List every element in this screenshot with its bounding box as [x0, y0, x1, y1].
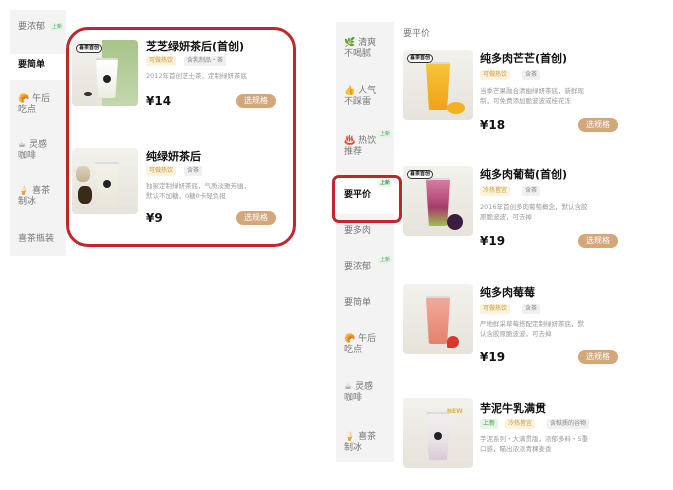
cup: [426, 64, 450, 110]
right-nav-item-refresh[interactable]: 🌿 清爽 不喝腻: [336, 38, 394, 60]
left-nav-item-rich[interactable]: 要浓郁 上新: [10, 22, 66, 33]
coffee-icon: ☕: [18, 140, 27, 150]
right-nav-item-ice[interactable]: 🍦 喜茶 制冰: [336, 432, 394, 454]
product-title[interactable]: 芋泥牛乳满贯: [480, 400, 546, 416]
left-nav-item-bottled[interactable]: 喜茶瓶装: [10, 234, 66, 245]
right-category-sidebar: 🌿 清爽 不喝腻 👍 人气 不踩雷 上新 ♨️ 热饮 推荐 上新 要平价 要多肉…: [336, 22, 394, 462]
tag-hot: 冷热皆宜: [480, 186, 511, 196]
icecream-icon: 🍦: [18, 186, 30, 196]
right-nav-item-afternoon[interactable]: 🥐 午后 吃点: [336, 334, 394, 356]
new-badge: 上新: [377, 257, 392, 264]
left-nav-item-ice[interactable]: 🍦 喜茶 制冰: [10, 186, 66, 208]
new-badge: 上新: [377, 131, 392, 138]
tag-ingredient: 含茶: [522, 70, 541, 80]
nav-label: 要简单: [344, 298, 372, 308]
right-nav-item-rich[interactable]: 上新 要浓郁: [336, 257, 394, 273]
tag-ingredient: 含麸质的谷物: [547, 419, 590, 429]
icecream-icon: 🍦: [344, 432, 356, 442]
new-badge: 上新: [49, 24, 64, 31]
nav-label: 要浓郁: [18, 22, 46, 32]
select-spec-button[interactable]: 选规格: [578, 234, 618, 248]
right-nav-item-hot[interactable]: 上新 ♨️ 热饮 推荐: [336, 131, 394, 158]
product-image[interactable]: 喜茶首创: [403, 50, 473, 120]
tag-hot: 可做热饮: [480, 70, 511, 80]
section-header: 要平价: [403, 29, 431, 39]
product-title[interactable]: 纯多肉葡萄(首创): [480, 166, 567, 182]
origin-badge: 喜茶首创: [407, 170, 434, 179]
cup-logo-icon: [434, 432, 442, 440]
product-image[interactable]: [403, 284, 473, 354]
strawberry: [447, 336, 459, 348]
origin-badge: 喜茶首创: [407, 54, 434, 63]
nav-label: 要多肉: [344, 226, 372, 236]
product-desc: 芋泥系列・大满贯版，浓郁多料・5重 口感，瞄出浓浓青稞麦香: [480, 435, 589, 453]
product-image[interactable]: NEW: [403, 398, 473, 468]
nav-label: 要浓郁: [344, 262, 372, 272]
select-spec-button[interactable]: 选规格: [578, 350, 618, 364]
right-nav-item-coffee[interactable]: ☕ 灵感 咖啡: [336, 382, 394, 404]
product-price: ¥19: [480, 350, 506, 364]
pastry-icon: 🥐: [18, 94, 30, 104]
leaf-icon: 🌿: [344, 38, 356, 48]
product-title[interactable]: 纯多肉莓莓: [480, 284, 535, 300]
thumbs-up-icon: 👍: [344, 86, 356, 96]
nav-label: 要简单: [18, 60, 46, 70]
new-label: NEW: [447, 408, 463, 415]
highlight-outline: [66, 27, 296, 247]
coffee-icon: ☕: [344, 382, 353, 392]
select-spec-button[interactable]: 选规格: [578, 118, 618, 132]
tag-ingredient: 含茶: [522, 186, 541, 196]
mango-slice: [447, 102, 465, 114]
tag-ingredient: 含茶: [522, 304, 541, 314]
nav-label: 喜茶瓶装: [18, 234, 55, 244]
product-image[interactable]: 喜茶首创: [403, 166, 473, 236]
product-desc: 2016年首创多肉葡萄概念，默认含胶 原脆波波，可去掉: [480, 203, 588, 221]
product-desc: 严地鲜采草莓搭配定制绿妍茶底，默 认含胶原脆波波，可去掉: [480, 320, 584, 338]
product-title[interactable]: 纯多肉芒芒(首创): [480, 50, 567, 66]
product-desc: 当季芒果融合清幽绿妍茶底，新鲜现 制，可免费添加脆波波或桂花冻: [480, 87, 584, 105]
cup: [426, 298, 450, 344]
hot-drink-icon: ♨️: [344, 136, 356, 146]
grape-cluster: [447, 214, 463, 230]
product-price: ¥19: [480, 234, 506, 248]
pastry-icon: 🥐: [344, 334, 356, 344]
left-nav-item-afternoon[interactable]: 🥐 午后 吃点: [10, 94, 66, 116]
right-nav-item-fruit[interactable]: 要多肉: [336, 226, 394, 237]
product-price: ¥18: [480, 118, 506, 132]
right-nav-item-simple[interactable]: 要简单: [336, 298, 394, 309]
tag-hot: 冷热皆宜: [505, 419, 536, 429]
left-nav-item-simple[interactable]: 要简单: [10, 54, 66, 80]
highlight-outline: [332, 175, 402, 223]
right-nav-item-popular[interactable]: 👍 人气 不踩雷: [336, 86, 394, 108]
left-nav-item-coffee[interactable]: ☕ 灵感 咖啡: [10, 140, 66, 162]
tag-hot: 可做热饮: [480, 304, 511, 314]
tag-new: 上新: [480, 419, 499, 429]
left-category-sidebar: 要浓郁 上新 要简单 🥐 午后 吃点 ☕ 灵感 咖啡 🍦 喜茶 制冰 喜茶瓶装: [10, 10, 66, 256]
